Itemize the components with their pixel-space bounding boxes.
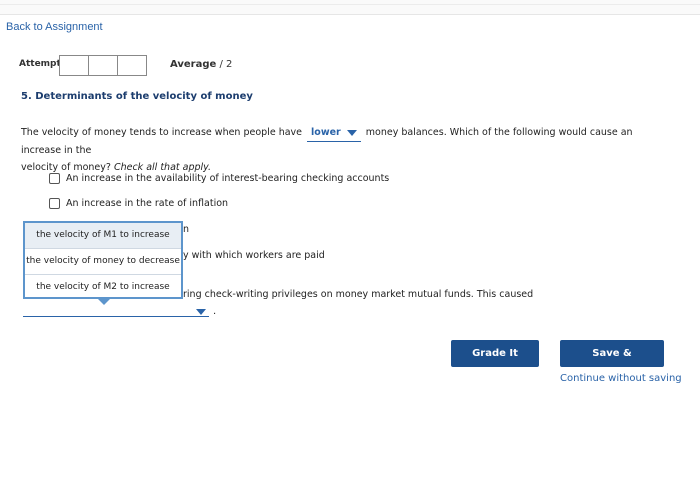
question-text: The velocity of money tends to increase …	[21, 124, 671, 176]
attempt-box-3	[117, 55, 147, 76]
chevron-down-icon	[346, 129, 357, 136]
option-label: An increase in the availability of inter…	[66, 173, 390, 184]
chevron-down-icon[interactable]	[196, 309, 206, 315]
question-text-line2: velocity of money?	[21, 162, 111, 173]
continue-without-saving-link[interactable]: Continue without saving	[560, 373, 682, 384]
paragraph-partial-text: ring check-writing privileges on money m…	[183, 289, 534, 300]
attempt-box-2	[88, 55, 118, 76]
balance-dropdown[interactable]: lower	[307, 124, 361, 142]
question-title: 5. Determinants of the velocity of money	[21, 91, 253, 102]
option-partial-text-2: y with which workers are paid	[183, 250, 325, 261]
dropdown-item-m2-increase[interactable]: the velocity of M2 to increase	[25, 275, 181, 300]
back-to-assignment-link[interactable]: Back to Assignment	[6, 21, 103, 33]
sentence-period: .	[213, 306, 217, 317]
option-label: An increase in the rate of inflation	[66, 198, 229, 209]
dropdown-pointer	[98, 299, 110, 305]
option-inflation[interactable]: An increase in the rate of inflation	[49, 198, 228, 209]
attempt-box-1	[59, 55, 89, 76]
save-continue-button[interactable]: Save & Continue	[560, 340, 664, 386]
velocity-dropdown-menu: the velocity of M1 to increase the veloc…	[23, 221, 183, 299]
velocity-select-underline[interactable]	[23, 316, 209, 317]
dropdown-item-m1-increase[interactable]: the velocity of M1 to increase	[25, 223, 181, 249]
balance-dropdown-value: lower	[311, 127, 341, 138]
question-text-before: The velocity of money tends to increase …	[21, 127, 303, 138]
average-score: Average / 2	[170, 59, 232, 70]
top-bar	[0, 0, 700, 15]
option-partial-text-1: n	[183, 224, 190, 235]
checkbox-icon[interactable]	[49, 173, 60, 184]
top-bar-line	[0, 4, 700, 5]
checkbox-icon[interactable]	[49, 198, 60, 209]
dropdown-item-money-decrease[interactable]: the velocity of money to decrease	[25, 249, 181, 275]
attempt-boxes	[59, 55, 147, 76]
option-interest-checking[interactable]: An increase in the availability of inter…	[49, 173, 389, 184]
average-label: Average	[170, 59, 217, 70]
question-instruction: Check all that apply.	[113, 162, 212, 173]
grade-it-now-button[interactable]: Grade It Now	[451, 340, 539, 386]
average-value: / 2	[219, 59, 233, 70]
